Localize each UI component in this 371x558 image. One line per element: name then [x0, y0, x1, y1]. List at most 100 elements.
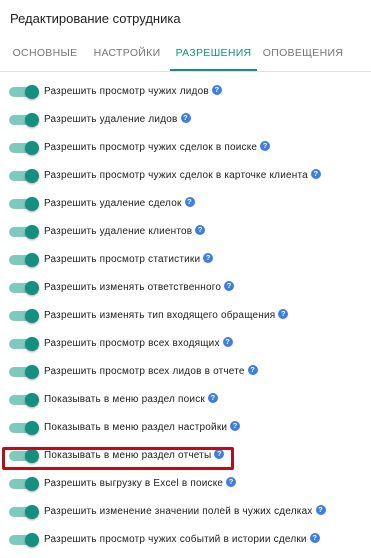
toggle-knob [25, 477, 39, 491]
permission-label: Показывать в меню раздел поиск? [44, 393, 218, 407]
permission-row: Разрешить просмотр чужих событий в истор… [0, 528, 371, 550]
toggle-knob [25, 365, 39, 379]
toggle-knob [25, 225, 39, 239]
help-question-icon[interactable]: ? [203, 253, 214, 263]
permission-label-text: Разрешить удаление лидов [44, 114, 178, 125]
help-question-icon[interactable]: ? [247, 365, 258, 375]
toggle-knob [25, 113, 39, 127]
permission-label-text: Разрешить просмотр чужих событий в истор… [44, 534, 307, 545]
permission-label-text: Разрешить изменение значении полей в чуж… [44, 506, 313, 517]
permission-toggle[interactable] [9, 309, 39, 323]
permission-toggle[interactable] [9, 253, 39, 267]
permission-toggle[interactable] [9, 393, 39, 407]
help-question-icon[interactable]: ? [224, 281, 235, 291]
toggle-knob [25, 309, 39, 323]
help-question-icon[interactable]: ? [222, 337, 233, 347]
permission-toggle[interactable] [9, 113, 39, 127]
toggle-knob [25, 253, 39, 267]
help-question-icon[interactable]: ? [208, 393, 218, 403]
toggle-knob [25, 421, 39, 435]
permission-toggle[interactable] [9, 337, 39, 351]
permission-row: Разрешить выгрузку в Excel в поиске? [0, 472, 371, 494]
help-question-icon[interactable]: ? [260, 141, 271, 151]
toggle-knob [25, 393, 39, 407]
permission-label: Разрешить просмотр всех лидов в отчете? [44, 365, 258, 379]
help-question-icon[interactable]: ? [230, 421, 241, 431]
permission-row: Разрешить изменение значении полей в чуж… [0, 500, 371, 522]
permission-row: Разрешить просмотр чужих лидов? [0, 80, 371, 102]
permission-label-text: Разрешить выгрузку в Excel в поиске [44, 478, 224, 489]
permission-toggle[interactable] [9, 477, 39, 491]
permission-label-text: Разрешить просмотр чужих сделок в карточ… [44, 170, 308, 181]
help-question-icon[interactable]: ? [310, 169, 321, 179]
permission-label-text: Разрешить изменять ответственного [44, 282, 222, 293]
permission-toggle[interactable] [9, 85, 39, 99]
permission-label-text: Разрешить просмотр статистики [44, 254, 201, 265]
page-title: Редактирование сотрудника [10, 11, 181, 26]
permission-toggle[interactable] [9, 225, 39, 239]
help-question-icon[interactable]: ? [214, 449, 225, 459]
permission-toggle[interactable] [9, 169, 39, 183]
help-question-icon[interactable]: ? [309, 533, 320, 543]
permission-label: Разрешить удаление лидов? [44, 113, 191, 127]
permission-label: Разрешить просмотр статистики? [44, 253, 214, 267]
toggle-knob [25, 169, 39, 183]
permission-row: Разрешить просмотр статистики? [0, 248, 371, 270]
permission-toggle[interactable] [9, 421, 39, 435]
help-question-icon[interactable]: ? [180, 113, 191, 123]
permission-row: Разрешить просмотр чужих сделок в поиске… [0, 136, 371, 158]
permission-label-text: Разрешить удаление сделок [44, 198, 182, 209]
permission-row: Показывать в меню раздел настройки? [0, 416, 371, 438]
help-question-icon[interactable]: ? [184, 197, 195, 207]
permission-label: Разрешить изменять ответственного? [44, 281, 235, 295]
permission-toggle[interactable] [9, 197, 39, 211]
toggle-knob [25, 141, 39, 155]
help-question-icon[interactable]: ? [315, 505, 326, 515]
permission-label: Разрешить просмотр всех входящих? [44, 337, 233, 351]
tab-main[interactable]: ОСНОВНЫЕ [8, 40, 82, 71]
permission-label-text: Разрешить просмотр чужих сделок в поиске [44, 142, 258, 153]
toggle-knob [25, 85, 39, 99]
toggle-knob [25, 533, 39, 547]
permission-row: Разрешить изменять ответственного? [0, 276, 371, 298]
tab-bar: ОСНОВНЫЕ НАСТРОЙКИ РАЗРЕШЕНИЯ ОПОВЕЩЕНИЯ [0, 40, 371, 72]
help-question-icon[interactable]: ? [211, 85, 222, 95]
permission-row: Показывать в меню раздел поиск? [0, 388, 371, 410]
permission-row: Разрешить просмотр всех лидов в отчете? [0, 360, 371, 382]
permission-toggle[interactable] [9, 449, 39, 463]
help-question-icon[interactable]: ? [195, 225, 206, 235]
permission-label: Разрешить просмотр чужих сделок в поиске… [44, 141, 271, 155]
permission-label-text: Разрешить просмотр всех входящих [44, 338, 220, 349]
permission-label-text: Показывать в меню раздел отчеты [44, 450, 212, 461]
toggle-knob [25, 505, 39, 519]
permission-label: Разрешить просмотр чужих событий в истор… [44, 533, 320, 547]
permission-toggle[interactable] [9, 281, 39, 295]
tab-notifications[interactable]: ОПОВЕЩЕНИЯ [262, 40, 344, 71]
permission-label: Разрешить просмотр чужих сделок в карточ… [44, 169, 321, 183]
tab-permissions[interactable]: РАЗРЕШЕНИЯ [170, 40, 257, 71]
permission-toggle[interactable] [9, 141, 39, 155]
permission-label: Разрешить просмотр чужих лидов? [44, 85, 222, 99]
permission-label: Показывать в меню раздел отчеты? [44, 449, 225, 463]
help-question-icon[interactable]: ? [226, 477, 237, 487]
toggle-knob [25, 197, 39, 211]
permission-label-text: Показывать в меню раздел настройки [44, 422, 228, 433]
toggle-knob [25, 281, 39, 295]
permission-row: Разрешить изменять тип входящего обращен… [0, 304, 371, 326]
toggle-knob [25, 337, 39, 351]
permission-row: Показывать в меню раздел отчеты? [0, 444, 371, 466]
permission-toggle[interactable] [9, 365, 39, 379]
permission-row: Разрешить удаление сделок? [0, 192, 371, 214]
permission-label-text: Разрешить изменять тип входящего обращен… [44, 310, 276, 321]
help-question-icon[interactable]: ? [278, 309, 289, 319]
permission-label-text: Показывать в меню раздел поиск [44, 394, 205, 405]
permission-label: Разрешить выгрузку в Excel в поиске? [44, 477, 237, 491]
permission-toggle[interactable] [9, 533, 39, 547]
permission-toggle[interactable] [9, 505, 39, 519]
permission-row: Разрешить удаление клиентов? [0, 220, 371, 242]
permission-label-text: Разрешить просмотр всех лидов в отчете [44, 366, 245, 377]
permission-row: Разрешить просмотр чужих сделок в карточ… [0, 164, 371, 186]
tab-settings[interactable]: НАСТРОЙКИ [88, 40, 166, 71]
permission-label: Разрешить удаление клиентов? [44, 225, 206, 239]
permission-label-text: Разрешить просмотр чужих лидов [44, 86, 209, 97]
